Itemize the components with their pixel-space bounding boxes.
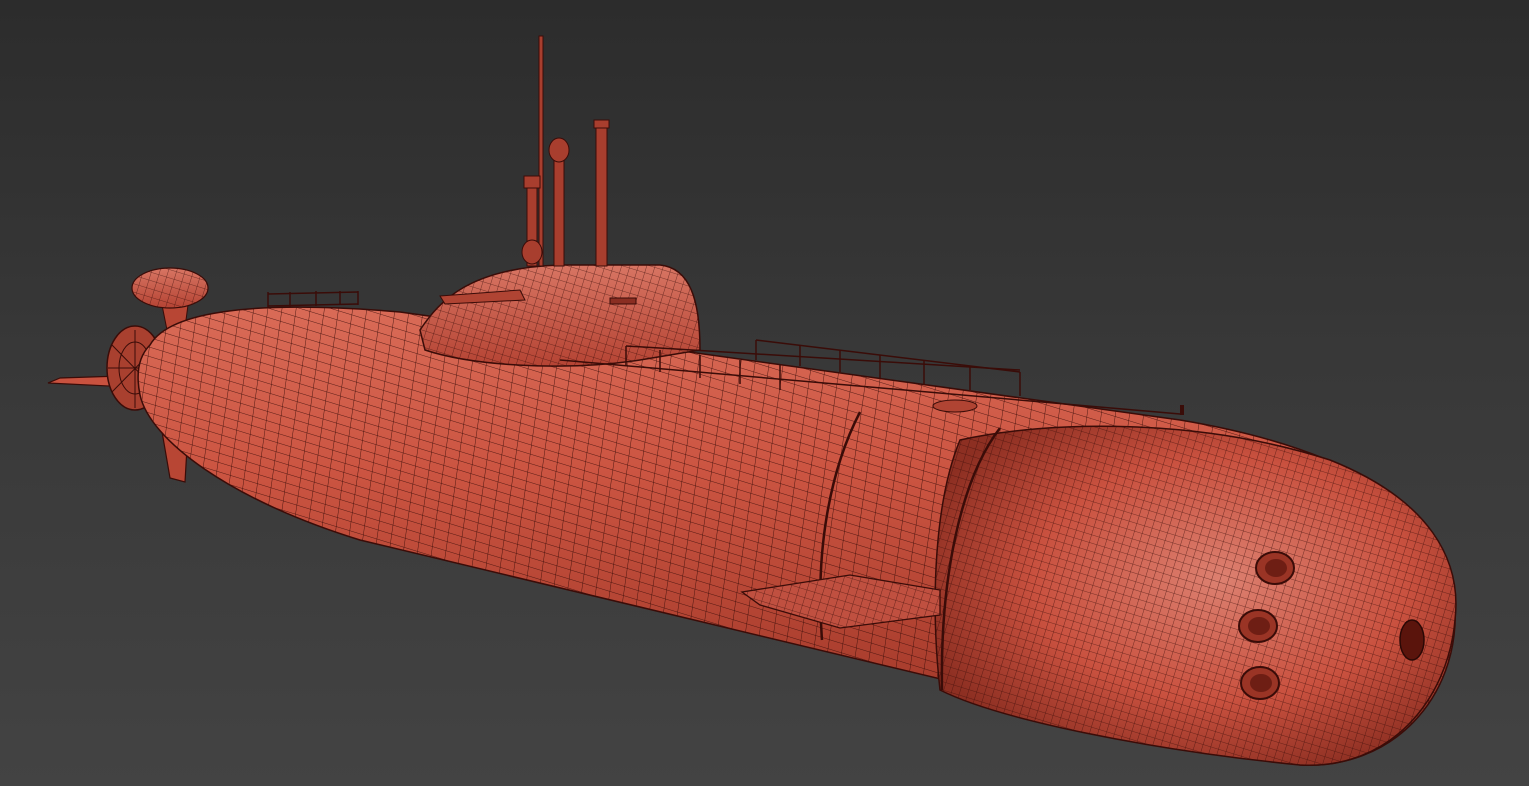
submarine-model: [47, 35, 1457, 766]
periscope-mast: [553, 149, 565, 267]
bow-section: [934, 425, 1457, 766]
3d-viewport[interactable]: [0, 0, 1529, 786]
torpedo-tube: [1255, 551, 1295, 585]
antenna-mast: [538, 35, 544, 267]
torpedo-tube: [1238, 609, 1278, 643]
sonar-dome: [1399, 619, 1425, 661]
snorkel-mast: [595, 123, 608, 267]
masts: [521, 35, 610, 267]
torpedo-tube: [1240, 666, 1280, 700]
